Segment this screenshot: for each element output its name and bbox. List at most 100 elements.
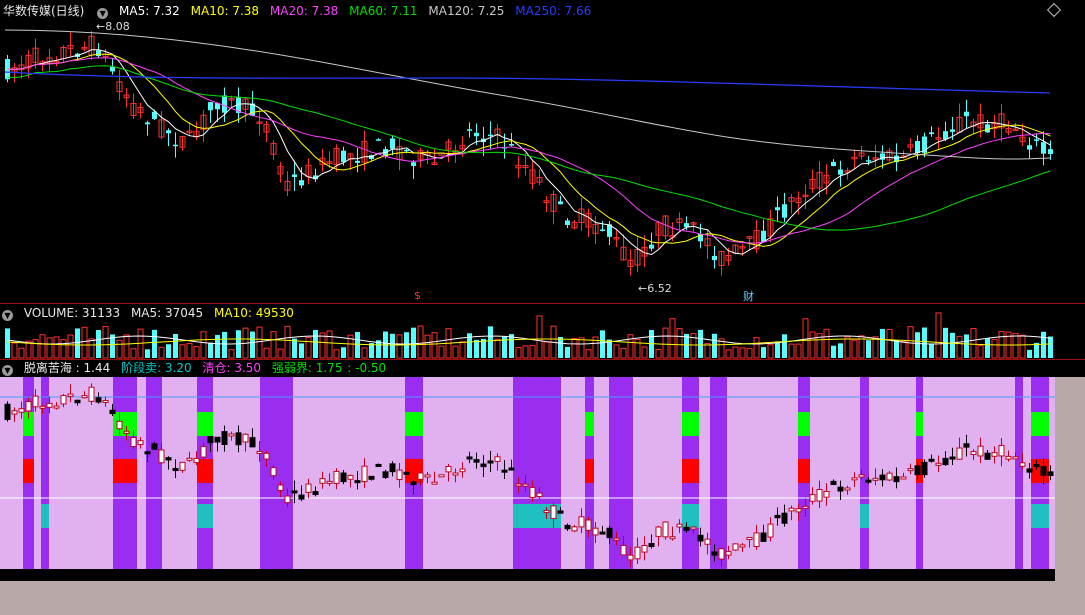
candle-body: [390, 138, 395, 149]
indicator-body: [921, 461, 928, 476]
price-chart[interactable]: [0, 0, 1085, 303]
candle-body: [782, 204, 787, 218]
candle-body: [943, 131, 948, 140]
price-collapse-icon[interactable]: ▼: [97, 8, 109, 19]
indicator-title: 脱离苦海 : 1.44: [23, 361, 111, 375]
indicator-last: : -0.50: [347, 361, 387, 375]
candle-body: [376, 139, 381, 141]
indicator-body: [361, 465, 368, 483]
candle-body: [950, 129, 955, 132]
candle-body: [915, 141, 920, 153]
candle-body: [712, 255, 717, 261]
indicator-body: [389, 463, 396, 473]
volume-bar: [578, 337, 585, 359]
indicator-body: [956, 447, 963, 460]
indicator-body: [95, 397, 102, 403]
volume-bar: [894, 340, 899, 358]
volume-bar: [536, 315, 543, 359]
signal-red-block: [682, 459, 699, 483]
price-panel[interactable]: 华数传媒(日线) ▼ MA5: 7.32 MA10: 7.38 MA20: 7.…: [0, 0, 1085, 303]
signal-green-block: [585, 412, 594, 436]
volume-bar: [809, 331, 816, 359]
indicator-body: [186, 457, 193, 461]
indicator-body: [522, 483, 529, 487]
volume-bar: [970, 328, 977, 359]
indicator-chart[interactable]: [0, 360, 1085, 615]
volume-bar: [319, 332, 326, 359]
candle-body: [467, 129, 472, 131]
volume-bar: [152, 329, 157, 358]
signal-zone: [513, 377, 561, 569]
candle-body: [411, 162, 416, 166]
volume-bar: [543, 341, 550, 359]
indicator-body: [396, 469, 403, 481]
indicator-body: [1012, 456, 1019, 460]
volume-bar: [39, 334, 46, 359]
volume-bar: [390, 333, 395, 358]
volume-panel[interactable]: ▼ VOLUME: 31133 MA5: 37045 MA10: 49530: [0, 304, 1085, 359]
indicator-body: [746, 536, 753, 540]
volume-bar: [313, 329, 318, 358]
indicator-body: [634, 546, 641, 560]
candle-body: [166, 130, 171, 134]
volume-bar: [1041, 331, 1046, 358]
volume-bar: [655, 349, 662, 359]
volume-bar: [1019, 334, 1026, 359]
indicator-collapse-icon[interactable]: ▼: [2, 365, 13, 376]
volume-bar: [1048, 336, 1053, 358]
indicator-stage-sell: 阶段卖: 3.20: [121, 361, 192, 375]
indicator-body: [641, 545, 648, 553]
indicator-body: [690, 526, 697, 530]
indicator-body: [872, 477, 879, 481]
volume-bar: [571, 338, 578, 359]
candle-body: [985, 124, 990, 133]
indicator-body: [844, 487, 851, 491]
volume-bar: [417, 325, 424, 359]
volume-bar: [67, 334, 74, 359]
candle-body: [110, 67, 115, 72]
volume-bar: [991, 338, 998, 359]
indicator-body: [18, 408, 25, 413]
volume-bar: [208, 342, 213, 358]
indicator-body: [571, 526, 578, 532]
volume-bar: [935, 312, 942, 359]
indicator-body: [676, 523, 683, 528]
indicator-panel[interactable]: ▼ 脱离苦海 : 1.44 阶段卖: 3.20 清仓: 3.50 强弱界: 1.…: [0, 360, 1085, 615]
volume-bar: [844, 336, 851, 359]
candle-body: [1041, 142, 1046, 154]
low-price-value: 6.52: [647, 282, 672, 295]
indicator-body: [942, 457, 949, 466]
indicator-body: [228, 433, 235, 437]
indicator-body: [312, 491, 319, 495]
indicator-body: [1005, 455, 1012, 460]
event-dollar-icon[interactable]: $: [414, 289, 421, 302]
volume-bar: [775, 341, 780, 358]
candle-body: [565, 220, 570, 226]
indicator-body: [431, 481, 438, 485]
volume-bar: [11, 342, 18, 359]
volume-bar: [488, 326, 493, 358]
volume-bar: [620, 347, 627, 359]
event-finance-icon[interactable]: 财: [743, 288, 754, 304]
indicator-body: [669, 536, 676, 540]
volume-bar: [977, 345, 984, 359]
indicator-body: [319, 478, 326, 484]
indicator-body: [60, 395, 67, 405]
ma20-line: [7, 57, 1051, 244]
indicator-body: [179, 461, 186, 471]
volume-bar: [872, 336, 879, 359]
stock-title: 华数传媒(日线): [3, 4, 85, 18]
volume-bar: [712, 333, 717, 358]
volume-bar: [46, 337, 53, 359]
volume-bar: [823, 328, 830, 359]
signal-red-block: [113, 459, 137, 483]
indicator-body: [102, 399, 109, 403]
indicator-body: [466, 456, 473, 460]
ma5-line: [7, 49, 1051, 256]
volume-bar: [424, 334, 431, 359]
volume-bar: [922, 327, 927, 358]
volume-bar: [270, 331, 277, 359]
signal-red-block: [798, 459, 810, 483]
volume-collapse-icon[interactable]: ▼: [2, 310, 13, 321]
candle-body: [145, 122, 150, 125]
